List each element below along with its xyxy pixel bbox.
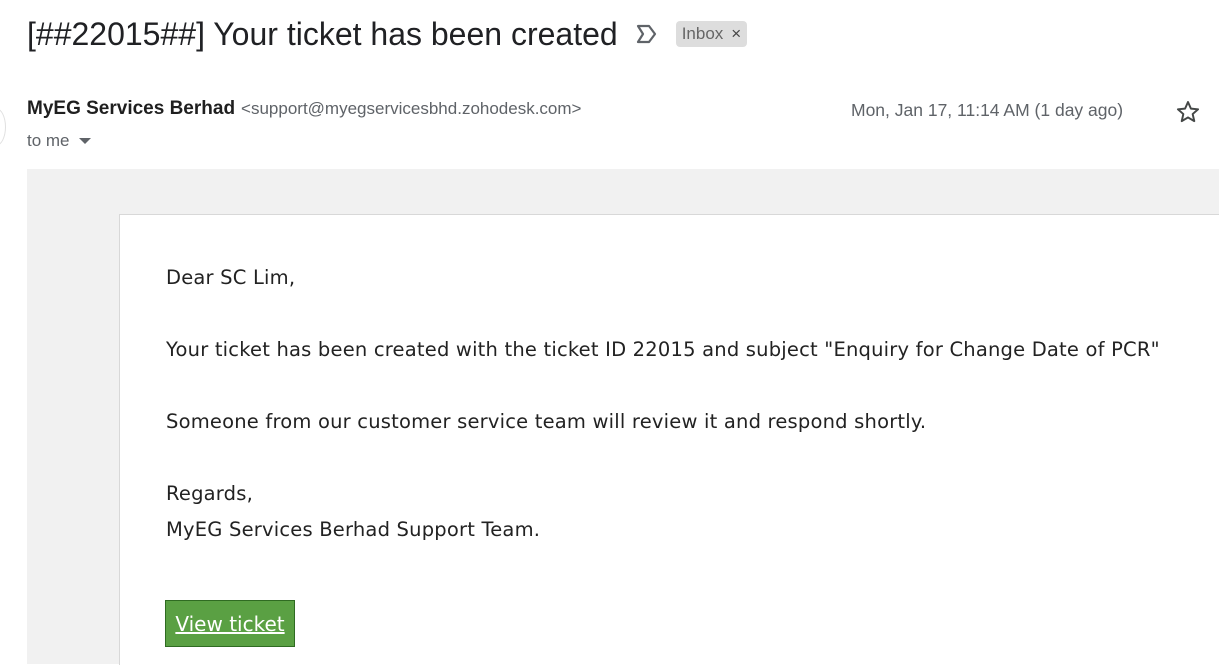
subject-row: [##22015##] Your ticket has been created… [27,12,748,56]
inbox-label-chip[interactable]: Inbox × [675,21,748,47]
sender-name[interactable]: MyEG Services Berhad [27,98,235,120]
sender-email: <support@myegservicesbhd.zohodesk.com> [241,99,582,118]
importance-marker-icon[interactable] [634,21,660,47]
sender-avatar[interactable] [0,108,6,146]
greeting-text: Dear SC Lim, [166,266,296,289]
recipient-text: to me [27,131,70,150]
message-date: Mon, Jan 17, 11:14 AM (1 day ago) [851,100,1124,120]
ticket-created-text: Your ticket has been created with the ti… [166,338,1160,361]
review-notice-text: Someone from our customer service team w… [166,410,927,433]
view-ticket-button[interactable]: View ticket [165,600,295,647]
remove-label-icon[interactable]: × [731,24,741,44]
view-ticket-label: View ticket [175,611,285,636]
sender-row: MyEG Services Berhad <support@myegservic… [27,98,581,120]
caret-down-icon[interactable] [78,138,91,144]
star-icon[interactable] [1172,96,1204,128]
regards-text: Regards, [166,482,254,505]
email-subject: [##22015##] Your ticket has been created [27,15,618,52]
signature-text: MyEG Services Berhad Support Team. [166,518,541,541]
inbox-label-text: Inbox [681,24,724,43]
recipient-details-toggle[interactable]: to me [27,131,91,151]
